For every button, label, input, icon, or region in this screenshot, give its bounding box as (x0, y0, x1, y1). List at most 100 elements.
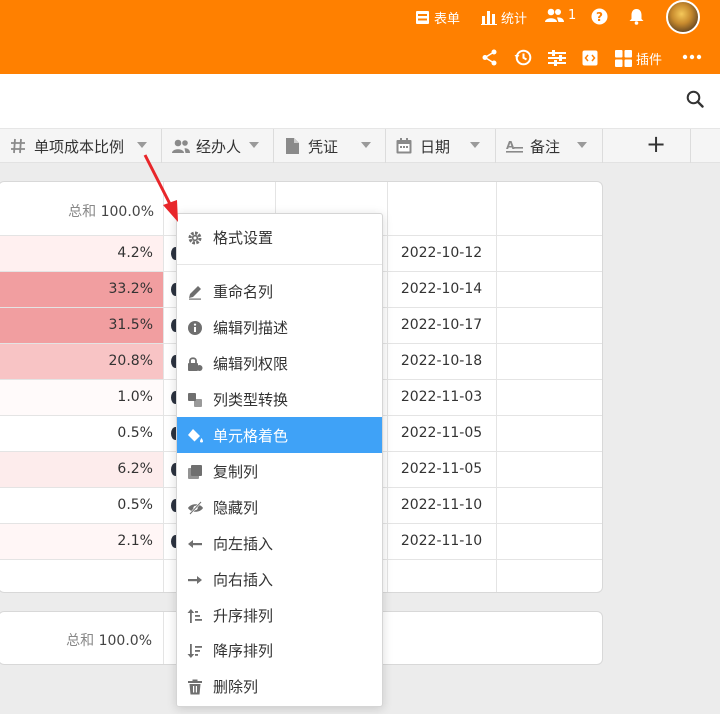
plugin-button[interactable]: 插件 (615, 49, 662, 68)
column-divider (163, 612, 164, 664)
summary-cell: 总和 100.0% (68, 201, 154, 221)
filter-settings-button[interactable] (548, 50, 566, 66)
menu-item-label: 向右插入 (213, 571, 274, 589)
date-cell[interactable]: 2022-10-14 (387, 272, 496, 307)
cost-ratio-cell[interactable]: 31.5% (0, 308, 163, 343)
history-button[interactable] (514, 49, 532, 66)
menu-item[interactable]: 向左插入 (177, 525, 382, 561)
calendar-icon (396, 138, 412, 154)
chevron-down-icon[interactable] (361, 142, 371, 148)
column-header-voucher[interactable]: 凭证 (274, 129, 386, 163)
cost-ratio-cell[interactable]: 33.2% (0, 272, 163, 307)
summary-value: 100.0% (100, 204, 154, 220)
plugin-label: 插件 (636, 53, 663, 68)
column-label: 日期 (420, 138, 451, 156)
menu-item[interactable]: 升序排列 (177, 597, 382, 633)
menu-item[interactable]: 编辑列权限 (177, 345, 382, 381)
cost-ratio-cell[interactable]: 6.2% (0, 452, 163, 487)
code-button[interactable] (582, 50, 598, 66)
cost-ratio-cell[interactable]: 2.1% (0, 524, 163, 559)
copy-icon (187, 464, 203, 479)
help-icon: ? (591, 8, 608, 25)
user-avatar[interactable] (666, 0, 700, 34)
cost-ratio-cell[interactable]: 4.2% (0, 236, 163, 271)
column-label: 单项成本比例 (34, 138, 125, 156)
svg-text:?: ? (596, 10, 603, 24)
menu-item-label: 编辑列权限 (213, 355, 289, 373)
chevron-down-icon[interactable] (249, 142, 259, 148)
form-label: 表单 (434, 12, 461, 27)
paint-bucket-icon (187, 428, 203, 443)
date-cell[interactable]: 2022-10-18 (387, 344, 496, 379)
cost-ratio-cell[interactable]: 20.8% (0, 344, 163, 379)
arrow-left-icon (187, 536, 203, 550)
share-button[interactable] (481, 49, 498, 66)
more-button[interactable] (682, 50, 702, 64)
cost-ratio-cell[interactable]: 0.5% (0, 488, 163, 523)
more-icon (682, 54, 702, 60)
file-icon (286, 138, 299, 154)
notification-button[interactable] (628, 8, 645, 25)
form-button[interactable]: 表单 (415, 8, 460, 27)
menu-item-label: 单元格着色 (213, 427, 289, 445)
column-header-notes[interactable]: A 备注 (496, 129, 603, 163)
chevron-down-icon[interactable] (137, 142, 147, 148)
menu-item[interactable]: 降序排列 (177, 632, 382, 668)
cost-ratio-cell[interactable]: 0.5% (0, 416, 163, 451)
menu-item[interactable]: 列类型转换 (177, 381, 382, 417)
search-icon[interactable] (686, 90, 704, 112)
menu-item-label: 降序排列 (213, 642, 274, 660)
column-header-row: 单项成本比例 经办人 凭证 日期 A 备注 (0, 128, 720, 163)
menu-item[interactable]: 向右插入 (177, 561, 382, 597)
stats-button[interactable]: 统计 (481, 8, 527, 27)
cost-ratio-cell[interactable]: 1.0% (0, 380, 163, 415)
date-cell[interactable]: 2022-11-03 (387, 380, 496, 415)
menu-item-label: 列类型转换 (213, 391, 289, 409)
menu-separator (177, 264, 382, 265)
menu-item-label: 向左插入 (213, 535, 274, 553)
summary-value: 100.0% (98, 633, 152, 649)
code-icon (582, 50, 598, 66)
date-cell[interactable]: 2022-10-12 (387, 236, 496, 271)
menu-item-label: 编辑列描述 (213, 319, 289, 337)
add-column-button[interactable]: + (646, 132, 666, 156)
trash-icon (187, 679, 203, 695)
menu-item[interactable]: 格式设置 (177, 219, 382, 255)
svg-text:A: A (506, 139, 515, 152)
menu-item[interactable]: 删除列 (177, 668, 382, 704)
convert-icon (187, 392, 203, 407)
sort-asc-icon (187, 608, 203, 623)
menu-item-label: 复制列 (213, 463, 259, 481)
date-cell[interactable]: 2022-11-05 (387, 452, 496, 487)
menu-item-label: 隐藏列 (213, 499, 259, 517)
summary-key: 总和 (66, 633, 95, 649)
menu-item[interactable]: 复制列 (177, 453, 382, 489)
hash-icon (11, 138, 25, 154)
menu-item-label: 格式设置 (213, 229, 274, 247)
chevron-down-icon[interactable] (470, 142, 480, 148)
date-cell[interactable]: 2022-11-05 (387, 416, 496, 451)
date-cell[interactable]: 2022-11-10 (387, 488, 496, 523)
menu-item[interactable]: 编辑列描述 (177, 309, 382, 345)
chevron-down-icon[interactable] (577, 142, 587, 148)
toolbar-row (0, 74, 720, 128)
bell-icon (629, 9, 644, 25)
column-label: 经办人 (196, 138, 242, 156)
sort-desc-icon (187, 643, 203, 658)
lock-icon (187, 356, 203, 371)
date-cell[interactable]: 2022-11-10 (387, 524, 496, 559)
menu-item[interactable]: 重命名列 (177, 273, 382, 309)
info-icon (187, 320, 203, 335)
history-icon (514, 49, 532, 66)
members-button[interactable]: 1 (545, 8, 576, 23)
column-header-cost-ratio[interactable]: 单项成本比例 (0, 129, 162, 163)
column-header-handler[interactable]: 经办人 (162, 129, 274, 163)
bar-chart-icon (481, 11, 497, 25)
sliders-icon (548, 50, 566, 66)
menu-item[interactable]: 隐藏列 (177, 489, 382, 525)
column-context-menu: 格式设置重命名列编辑列描述编辑列权限列类型转换单元格着色复制列隐藏列向左插入向右… (176, 213, 383, 707)
help-button[interactable]: ? (591, 8, 608, 25)
date-cell[interactable]: 2022-10-17 (387, 308, 496, 343)
menu-item[interactable]: 单元格着色 (177, 417, 382, 453)
column-header-date[interactable]: 日期 (386, 129, 496, 163)
